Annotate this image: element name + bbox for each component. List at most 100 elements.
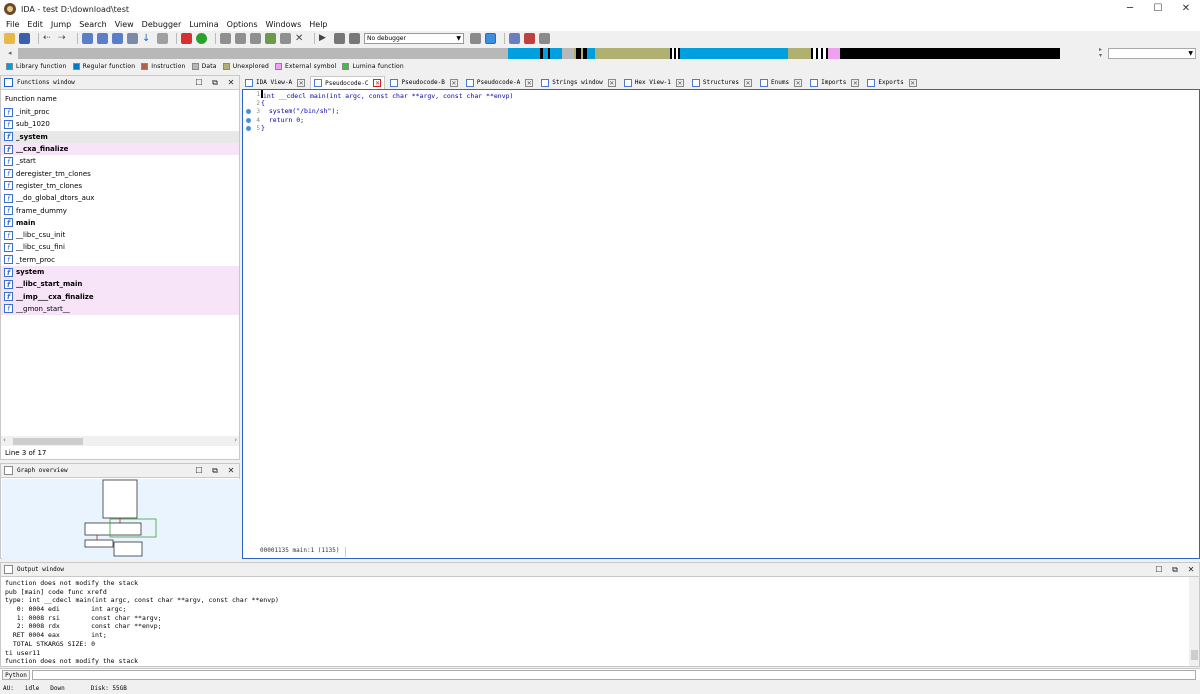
function-row[interactable]: f main [1, 217, 239, 229]
forward-arrow-icon[interactable]: ⇢ [58, 33, 69, 44]
delete-icon[interactable] [181, 33, 192, 44]
function-row[interactable]: f __libc_csu_init [1, 229, 239, 241]
restore-pane-icon[interactable]: ☐ [194, 466, 204, 476]
tab-enums[interactable]: Enums ✕ [757, 76, 806, 89]
menu-jump[interactable]: Jump [47, 18, 75, 31]
sync-icon[interactable] [485, 33, 496, 44]
close-tab-icon[interactable]: ✕ [373, 79, 382, 87]
struct-icon[interactable] [250, 33, 261, 44]
menu-search[interactable]: Search [75, 18, 110, 31]
navigation-band[interactable] [18, 48, 1097, 59]
scrollbar-thumb[interactable] [13, 438, 83, 445]
close-tab-icon[interactable]: ✕ [908, 78, 917, 87]
tab-pseudocode-a[interactable]: Pseudocode-A ✕ [462, 76, 537, 89]
menu-windows[interactable]: Windows [262, 18, 306, 31]
scroll-right-icon[interactable]: › [234, 436, 237, 444]
tab-imports[interactable]: Imports ✕ [807, 76, 863, 89]
tab-ida-view-a[interactable]: IDA View-A ✕ [242, 76, 309, 89]
function-row[interactable]: f __libc_csu_fini [1, 241, 239, 253]
function-row-selected[interactable]: f _system [1, 130, 239, 143]
jump-down-icon[interactable]: ↓ [142, 33, 153, 44]
close-button[interactable]: ✕ [1172, 0, 1200, 18]
pseudocode-text[interactable]: int __cdecl main(int argc, const char **… [261, 90, 513, 133]
debug-settings-icon[interactable] [470, 33, 481, 44]
graph-icon[interactable] [509, 33, 520, 44]
function-row[interactable]: f __gmon_start__ [1, 302, 239, 316]
function-row[interactable]: f deregister_tm_clones [1, 167, 239, 179]
close-pane-icon[interactable]: ✕ [1186, 565, 1196, 575]
function-row[interactable]: f _term_proc [1, 254, 239, 266]
open-icon[interactable] [4, 33, 15, 44]
text-search-icon[interactable] [97, 33, 108, 44]
restore-pane-icon[interactable]: ☐ [1154, 565, 1164, 575]
scroll-left-icon[interactable]: ‹ [3, 436, 6, 444]
stop-icon[interactable] [349, 33, 360, 44]
tab-exports[interactable]: Exports ✕ [864, 76, 920, 89]
output-vertical-scrollbar[interactable] [1189, 577, 1199, 666]
float-pane-icon[interactable]: ⧉ [210, 78, 220, 88]
tab-hex-view-1[interactable]: Hex View-1 ✕ [620, 76, 687, 89]
code-line[interactable]: } [261, 124, 513, 133]
breakpoint-icon[interactable] [524, 33, 535, 44]
close-tab-icon[interactable]: ✕ [851, 78, 860, 87]
immediate-icon[interactable] [157, 33, 168, 44]
function-row[interactable]: f _init_proc [1, 106, 239, 118]
output-log[interactable]: function does not modify the stack pub [… [5, 579, 1185, 666]
function-row[interactable]: f __libc_start_main [1, 278, 239, 291]
pseudocode-view[interactable]: 1 2 3 4 5 int __cdecl main(int argc, con… [242, 89, 1200, 559]
tab-pseudocode-b[interactable]: Pseudocode-B ✕ [387, 76, 461, 89]
menu-debugger[interactable]: Debugger [138, 18, 186, 31]
function-row[interactable]: f system [1, 265, 239, 279]
function-row[interactable]: f __cxa_finalize [1, 142, 239, 156]
nav-band-right-arrows-icon[interactable]: ▸ ▾ [1099, 47, 1102, 59]
tab-pseudocode-c[interactable]: Pseudocode-C ✕ [310, 76, 386, 89]
binary-search-icon[interactable] [82, 33, 93, 44]
code-icon[interactable] [220, 33, 231, 44]
function-row[interactable]: f frame_dummy [1, 204, 239, 216]
tab-strings-window[interactable]: Strings window ✕ [538, 76, 619, 89]
close-tab-icon[interactable]: ✕ [675, 78, 684, 87]
play-icon[interactable]: ▶ [319, 33, 330, 44]
graph-overview-canvas[interactable] [2, 479, 240, 559]
text-next-icon[interactable] [112, 33, 123, 44]
float-pane-icon[interactable]: ⧉ [1170, 565, 1180, 575]
close-pane-icon[interactable]: ✕ [226, 466, 236, 476]
python-command-input[interactable] [32, 670, 1196, 680]
menu-help[interactable]: Help [305, 18, 331, 31]
menu-edit[interactable]: Edit [23, 18, 47, 31]
cross-ref-icon[interactable] [280, 33, 291, 44]
code-line[interactable]: system("/bin/sh"); [261, 107, 513, 116]
run-green-icon[interactable] [196, 33, 207, 44]
function-row[interactable]: f __do_global_dtors_aux [1, 192, 239, 204]
back-arrow-icon[interactable]: ⇠ [43, 33, 54, 44]
binary-next-icon[interactable] [127, 33, 138, 44]
function-row[interactable]: f __imp___cxa_finalize [1, 290, 239, 303]
close-tab-icon[interactable]: ✕ [449, 78, 458, 87]
nav-band-combo[interactable]: ▼ [1108, 48, 1196, 59]
tab-structures[interactable]: Structures ✕ [688, 76, 756, 89]
save-icon[interactable] [19, 33, 30, 44]
data-icon[interactable] [235, 33, 246, 44]
close-tab-icon[interactable]: ✕ [297, 78, 306, 87]
float-pane-icon[interactable]: ⧉ [210, 466, 220, 476]
functions-horizontal-scrollbar[interactable]: ‹ › [1, 436, 239, 446]
plugin-icon[interactable] [265, 33, 276, 44]
pause-icon[interactable] [334, 33, 345, 44]
close-tab-icon[interactable]: ✕ [744, 78, 753, 87]
minimize-button[interactable]: ─ [1116, 0, 1144, 18]
close-tab-icon[interactable]: ✕ [794, 78, 803, 87]
nav-band-left-arrow-icon[interactable]: ◂ [8, 49, 12, 57]
maximize-button[interactable]: ☐ [1144, 0, 1172, 18]
python-language-button[interactable]: Python [2, 670, 30, 680]
debugger-select[interactable]: No debugger ▼ [364, 33, 464, 44]
menu-lumina[interactable]: Lumina [185, 18, 222, 31]
function-name-column-header[interactable]: Function name [1, 93, 239, 105]
function-row[interactable]: f sub_1020 [1, 118, 239, 130]
restore-pane-icon[interactable]: ☐ [194, 78, 204, 88]
stop-x-icon[interactable]: ✕ [295, 33, 306, 44]
close-pane-icon[interactable]: ✕ [226, 78, 236, 88]
close-tab-icon[interactable]: ✕ [607, 78, 616, 87]
code-line[interactable]: int __cdecl main(int argc, const char **… [261, 90, 513, 100]
function-row[interactable]: f _start [1, 155, 239, 167]
menu-file[interactable]: File [2, 18, 23, 31]
